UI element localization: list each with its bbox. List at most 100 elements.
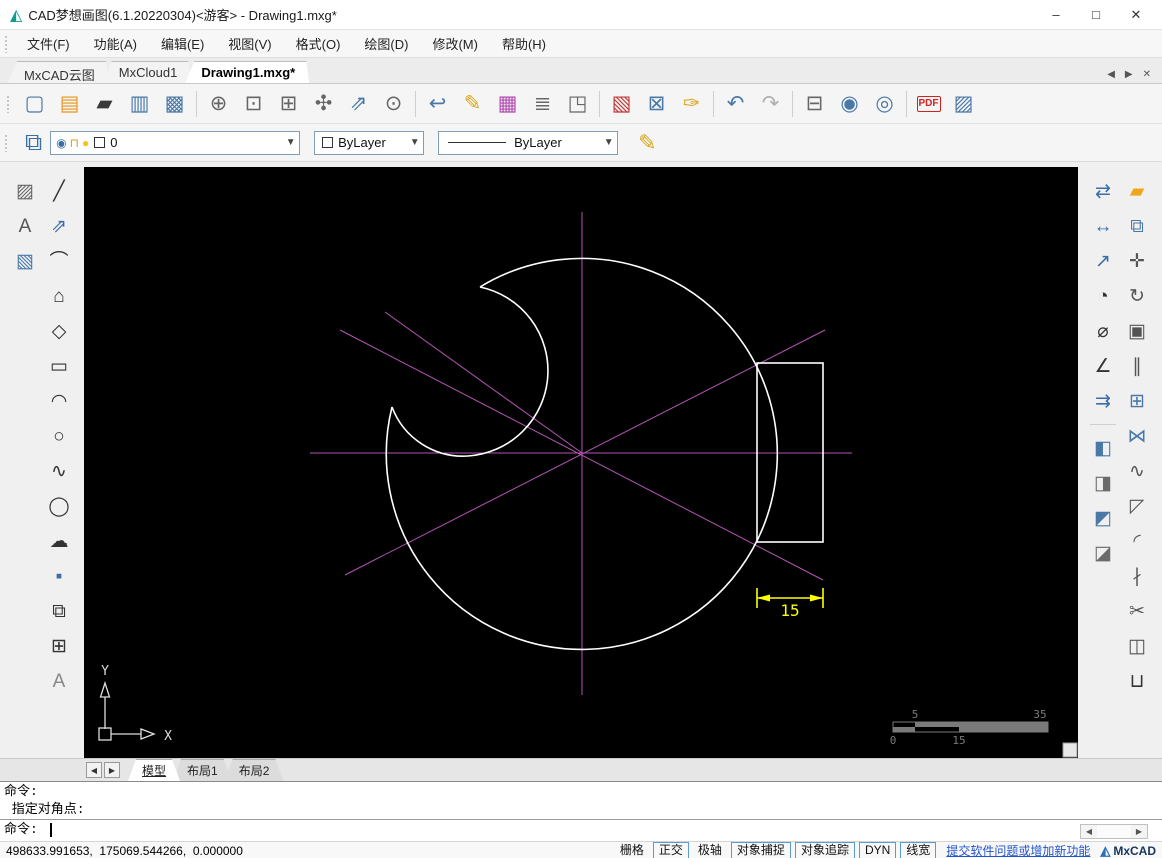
- new-file-button[interactable]: ▢: [17, 87, 52, 121]
- zoom-dynamic-button[interactable]: ⊕: [201, 87, 236, 121]
- tab-layout2[interactable]: 布局2: [225, 759, 284, 781]
- layer-settings-button[interactable]: ▧: [604, 87, 639, 121]
- minimize-button[interactable]: –: [1036, 1, 1076, 29]
- close-button[interactable]: ✕: [1116, 1, 1156, 29]
- move-button[interactable]: ✛: [1122, 246, 1152, 276]
- mtext-button[interactable]: A: [10, 211, 40, 241]
- layer-select[interactable]: ◉ ⊓ ● 0 ▼: [50, 130, 301, 155]
- menu-view[interactable]: 视图(V): [216, 30, 283, 57]
- command-scrollbar[interactable]: ◀ ▶: [1080, 824, 1148, 839]
- tab-mxcloud1[interactable]: MxCloud1: [103, 61, 192, 83]
- polyline-button[interactable]: ◇: [44, 316, 74, 346]
- spline-fit-button[interactable]: ∿: [1122, 456, 1152, 486]
- chevron-down-icon[interactable]: ▼: [600, 137, 617, 148]
- tab-close-button[interactable]: ✕: [1138, 66, 1156, 83]
- status-toggle-grid[interactable]: 栅格: [615, 843, 649, 858]
- draw-order-below-button[interactable]: ◪: [1088, 538, 1118, 568]
- color-select[interactable]: ByLayer ▼: [314, 130, 425, 155]
- page-setup-button[interactable]: ◳: [560, 87, 595, 121]
- dimension-15[interactable]: 15: [756, 588, 824, 620]
- menu-format[interactable]: 格式(O): [284, 30, 353, 57]
- block-create-button[interactable]: ⧉: [44, 596, 74, 626]
- tab-scroll-right-button[interactable]: ▶: [1120, 66, 1138, 83]
- layout-scroll-left-button[interactable]: ◀: [86, 762, 102, 778]
- menu-function[interactable]: 功能(A): [82, 30, 149, 57]
- menu-modify[interactable]: 修改(M): [420, 30, 490, 57]
- lock-icon[interactable]: ⊓: [70, 136, 79, 150]
- tab-mxcad-cloud[interactable]: MxCAD云图: [8, 61, 109, 83]
- draw-order-above-button[interactable]: ◩: [1088, 503, 1118, 533]
- chevron-down-icon[interactable]: ▼: [282, 137, 299, 148]
- status-toggle-dyn[interactable]: DYN: [858, 842, 897, 858]
- visibility-icon[interactable]: ◉: [56, 136, 66, 150]
- view-previous-button[interactable]: ↩: [420, 87, 455, 121]
- tab-scroll-left-button[interactable]: ◀: [1102, 66, 1120, 83]
- chamfer-button[interactable]: ◸: [1122, 491, 1152, 521]
- construction-line-button[interactable]: ⇗: [44, 211, 74, 241]
- dim-aligned-button[interactable]: ↗: [1088, 246, 1118, 276]
- arc-3point-button[interactable]: ◠: [44, 386, 74, 416]
- status-toggle-polar[interactable]: 极轴: [693, 843, 727, 858]
- scroll-left-icon[interactable]: ◀: [1081, 827, 1097, 837]
- sketch-button[interactable]: ✎: [455, 87, 490, 121]
- break-point-button[interactable]: ⊔: [1122, 666, 1152, 696]
- quick-select-button[interactable]: ⊠: [639, 87, 674, 121]
- feedback-link[interactable]: 提交软件问题或增加新功能: [946, 842, 1090, 858]
- ellipse-button[interactable]: ◯: [44, 491, 74, 521]
- offset-button[interactable]: ∥: [1122, 351, 1152, 381]
- tab-drawing1[interactable]: Drawing1.mxg*: [185, 61, 309, 83]
- mirror-button[interactable]: ⋈: [1122, 421, 1152, 451]
- rectangle-button[interactable]: ▭: [44, 351, 74, 381]
- dim-baseline-button[interactable]: ⇉: [1088, 386, 1118, 416]
- arc-button[interactable]: ⌒: [44, 246, 74, 276]
- spline-button[interactable]: ∿: [44, 456, 74, 486]
- chevron-down-icon[interactable]: ▼: [406, 137, 423, 148]
- scale-button[interactable]: ▣: [1122, 316, 1152, 346]
- match-properties-button[interactable]: ✑: [674, 87, 709, 121]
- revision-cloud-button[interactable]: ☁: [44, 526, 74, 556]
- copy-button[interactable]: ⧉: [1122, 211, 1152, 241]
- web-upload-button[interactable]: ◎: [867, 87, 902, 121]
- layers-panel-icon[interactable]: ⧉: [25, 129, 42, 157]
- zoom-extents-button[interactable]: ⊞: [271, 87, 306, 121]
- color-palette-button[interactable]: ▦: [490, 87, 525, 121]
- web-publish-button[interactable]: ◉: [832, 87, 867, 121]
- draw-order-back-button[interactable]: ◨: [1088, 468, 1118, 498]
- status-toggle-lineweight[interactable]: 线宽: [900, 842, 937, 858]
- status-toggle-ortho[interactable]: 正交: [652, 842, 689, 858]
- polygon-button[interactable]: ⌂: [44, 281, 74, 311]
- dim-angular-button[interactable]: ∠: [1088, 351, 1118, 381]
- canvas-resize-grip[interactable]: [1062, 742, 1078, 758]
- pdf-export-button[interactable]: PDF: [911, 87, 946, 121]
- pan-button[interactable]: ✣: [306, 87, 341, 121]
- tab-model[interactable]: 模型: [128, 759, 180, 781]
- fillet-button[interactable]: ◜: [1122, 526, 1152, 556]
- save-as-button[interactable]: ▩: [157, 87, 192, 121]
- linetype-manager-button[interactable]: ≣: [525, 87, 560, 121]
- command-input-line[interactable]: 命令:: [0, 820, 1162, 840]
- dim-radius-button[interactable]: ◔: [1088, 281, 1118, 311]
- zoom-center-button[interactable]: ⊙: [376, 87, 411, 121]
- menu-file[interactable]: 文件(F): [15, 30, 82, 57]
- hatch-button[interactable]: ▧: [10, 246, 40, 276]
- erase-button[interactable]: ▰: [1122, 176, 1152, 206]
- light-icon[interactable]: ●: [82, 136, 89, 150]
- layout-scroll-right-button[interactable]: ▶: [104, 762, 120, 778]
- array-button[interactable]: ⊞: [1122, 386, 1152, 416]
- box-3d-button[interactable]: ◫: [1122, 631, 1152, 661]
- redo-button[interactable]: ↷: [753, 87, 788, 121]
- insert-image-button[interactable]: ▨: [10, 176, 40, 206]
- undo-button[interactable]: ↶: [718, 87, 753, 121]
- print-button[interactable]: ⊟: [797, 87, 832, 121]
- open-folder-button[interactable]: ▰: [87, 87, 122, 121]
- break-button[interactable]: ∤: [1122, 561, 1152, 591]
- text-button[interactable]: A: [44, 666, 74, 696]
- line-button[interactable]: ╱: [44, 176, 74, 206]
- dim-linear-button[interactable]: ↔: [1088, 211, 1118, 241]
- menu-help[interactable]: 帮助(H): [490, 30, 558, 57]
- menu-draw[interactable]: 绘图(D): [352, 30, 420, 57]
- dim-continue-button[interactable]: ⇄: [1088, 176, 1118, 206]
- inner-crescent-arc-small[interactable]: [391, 406, 469, 457]
- maximize-button[interactable]: □: [1076, 1, 1116, 29]
- rotate-button[interactable]: ↻: [1122, 281, 1152, 311]
